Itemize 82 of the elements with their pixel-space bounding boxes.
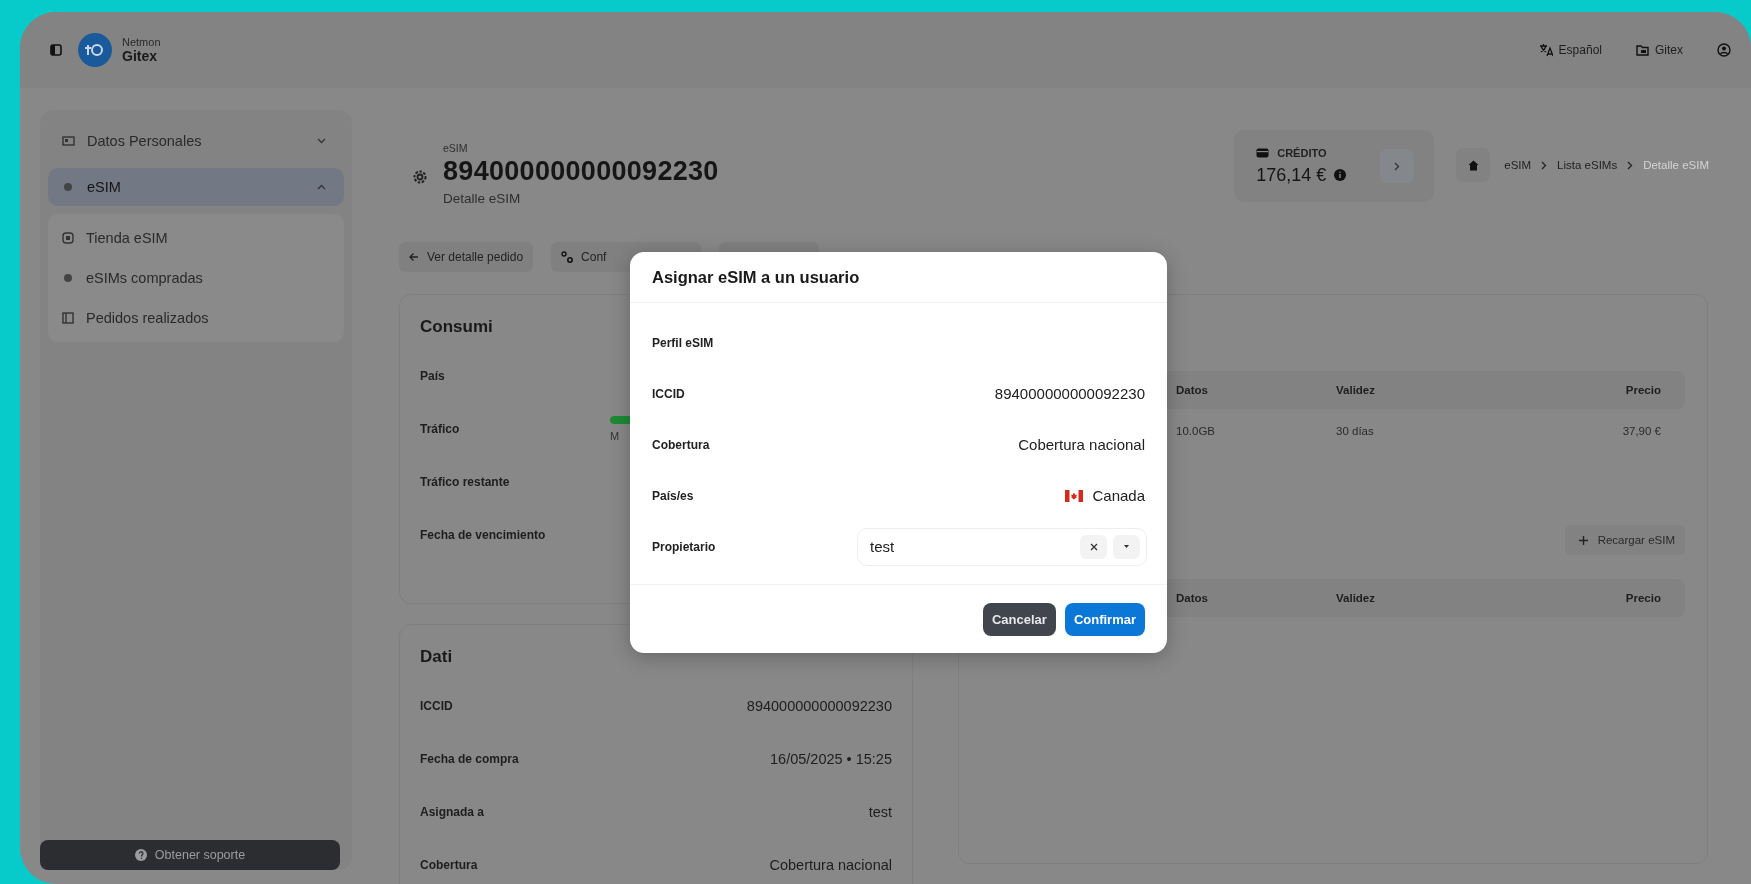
caret-down-icon xyxy=(1124,545,1129,548)
table-cell-text: 37,90 € xyxy=(1621,425,1661,437)
workspace-selector[interactable]: Gitex xyxy=(1636,43,1683,57)
row-value: Cobertura nacional xyxy=(768,856,892,873)
user-icon[interactable] xyxy=(1717,43,1731,57)
field-value: Cobertura nacional xyxy=(1018,436,1145,453)
owner-select[interactable]: test xyxy=(857,527,1147,566)
row-label: Asignada a xyxy=(420,804,486,819)
transfer-icon xyxy=(561,251,574,263)
breadcrumb-link[interactable]: Lista eSIMs xyxy=(1557,159,1618,171)
dot-icon xyxy=(62,272,74,284)
traffic-value: M xyxy=(610,429,620,442)
row-label: País xyxy=(420,368,446,383)
breadcrumb-link[interactable]: Detalle eSIM xyxy=(1643,159,1709,171)
row-label: Fecha de compra xyxy=(420,751,520,766)
column-header: Datos xyxy=(1176,592,1209,604)
clear-button[interactable] xyxy=(1080,534,1107,559)
language-selector[interactable]: Español xyxy=(1538,43,1602,57)
credit-amount: 176,14 € xyxy=(1256,164,1327,186)
flag-icon xyxy=(1065,489,1084,502)
translate-icon xyxy=(1538,43,1553,57)
close-icon xyxy=(1089,542,1098,551)
help-icon xyxy=(134,849,147,861)
page-title: 894000000000092230 xyxy=(443,156,719,187)
field-value: 894000000000092230 xyxy=(994,385,1145,402)
field-label: País/es xyxy=(652,488,695,503)
info-icon xyxy=(1334,169,1347,181)
arrow-left-icon xyxy=(409,252,419,262)
chevron-right-icon xyxy=(1627,160,1634,170)
credit-label: CRÉDITO xyxy=(1277,146,1327,159)
table-cell-text: 10.0GB xyxy=(1176,425,1216,437)
page-overline: eSIM xyxy=(443,142,469,154)
support-button[interactable]: Obtener soporte xyxy=(40,840,340,870)
sidebar-toggle-icon[interactable] xyxy=(50,44,62,56)
row-label: Tráfico xyxy=(420,421,461,436)
row-label: Cobertura xyxy=(420,857,479,872)
field-label: Cobertura xyxy=(652,437,711,452)
recharge-button[interactable]: Recargar eSIM xyxy=(1564,525,1685,555)
submenu-item[interactable]: Tienda eSIM xyxy=(48,218,344,258)
column-header: Validez xyxy=(1336,592,1376,604)
home-button[interactable] xyxy=(1456,148,1491,182)
row-label: Tráfico restante xyxy=(420,474,511,489)
breadcrumb-link[interactable]: eSIM xyxy=(1504,159,1532,171)
row-label: Fecha de vencimiento xyxy=(420,527,547,542)
column-header: Precio xyxy=(1624,592,1661,604)
plus-icon xyxy=(1578,535,1588,545)
page-subtitle: Detalle eSIM xyxy=(443,191,522,206)
row-value: 16/05/2025 • 15:25 xyxy=(769,750,892,767)
chevron-right-icon xyxy=(1394,161,1401,171)
home-icon xyxy=(1467,159,1479,171)
row-label: ICCID xyxy=(420,698,454,713)
field-label: Propietario xyxy=(652,539,717,554)
card-title: Dati xyxy=(420,646,453,668)
sim-card-icon xyxy=(62,232,74,244)
cancel-button[interactable]: Cancelar xyxy=(982,602,1056,636)
card-title: Consumi xyxy=(420,316,493,338)
org-name: Gitex xyxy=(122,48,158,64)
submenu-item[interactable]: Pedidos realizados xyxy=(48,298,344,338)
row-value: test xyxy=(867,803,892,820)
org-label: Netmon xyxy=(122,36,161,48)
column-header: Precio xyxy=(1624,384,1661,396)
confirm-button[interactable]: Confirmar xyxy=(1064,602,1145,636)
chevron-right-icon xyxy=(1541,160,1548,170)
field-label: Perfil eSIM xyxy=(652,335,715,350)
sidebar-item[interactable]: Datos Personales xyxy=(48,122,344,160)
sidebar-item[interactable]: eSIM xyxy=(48,168,344,206)
table-cell-text: 30 días xyxy=(1336,425,1375,437)
logo-icon xyxy=(78,33,112,67)
id-card-icon xyxy=(62,135,75,147)
back-button[interactable]: Ver detalle pedido xyxy=(399,242,534,272)
list-icon xyxy=(62,312,74,324)
row-value: 894000000000092230 xyxy=(745,697,892,714)
dot-icon xyxy=(62,181,75,193)
gear-icon xyxy=(411,168,429,186)
column-header: Validez xyxy=(1336,384,1376,396)
field-label: ICCID xyxy=(652,386,686,401)
submenu-item[interactable]: eSIMs compradas xyxy=(48,258,344,298)
dialog-title: Asignar eSIM a un usuario xyxy=(630,252,1167,303)
column-header: Datos xyxy=(1176,384,1209,396)
country-name: Canada xyxy=(1092,487,1145,504)
wallet-icon xyxy=(1256,147,1270,158)
folder-icon xyxy=(1636,44,1649,56)
